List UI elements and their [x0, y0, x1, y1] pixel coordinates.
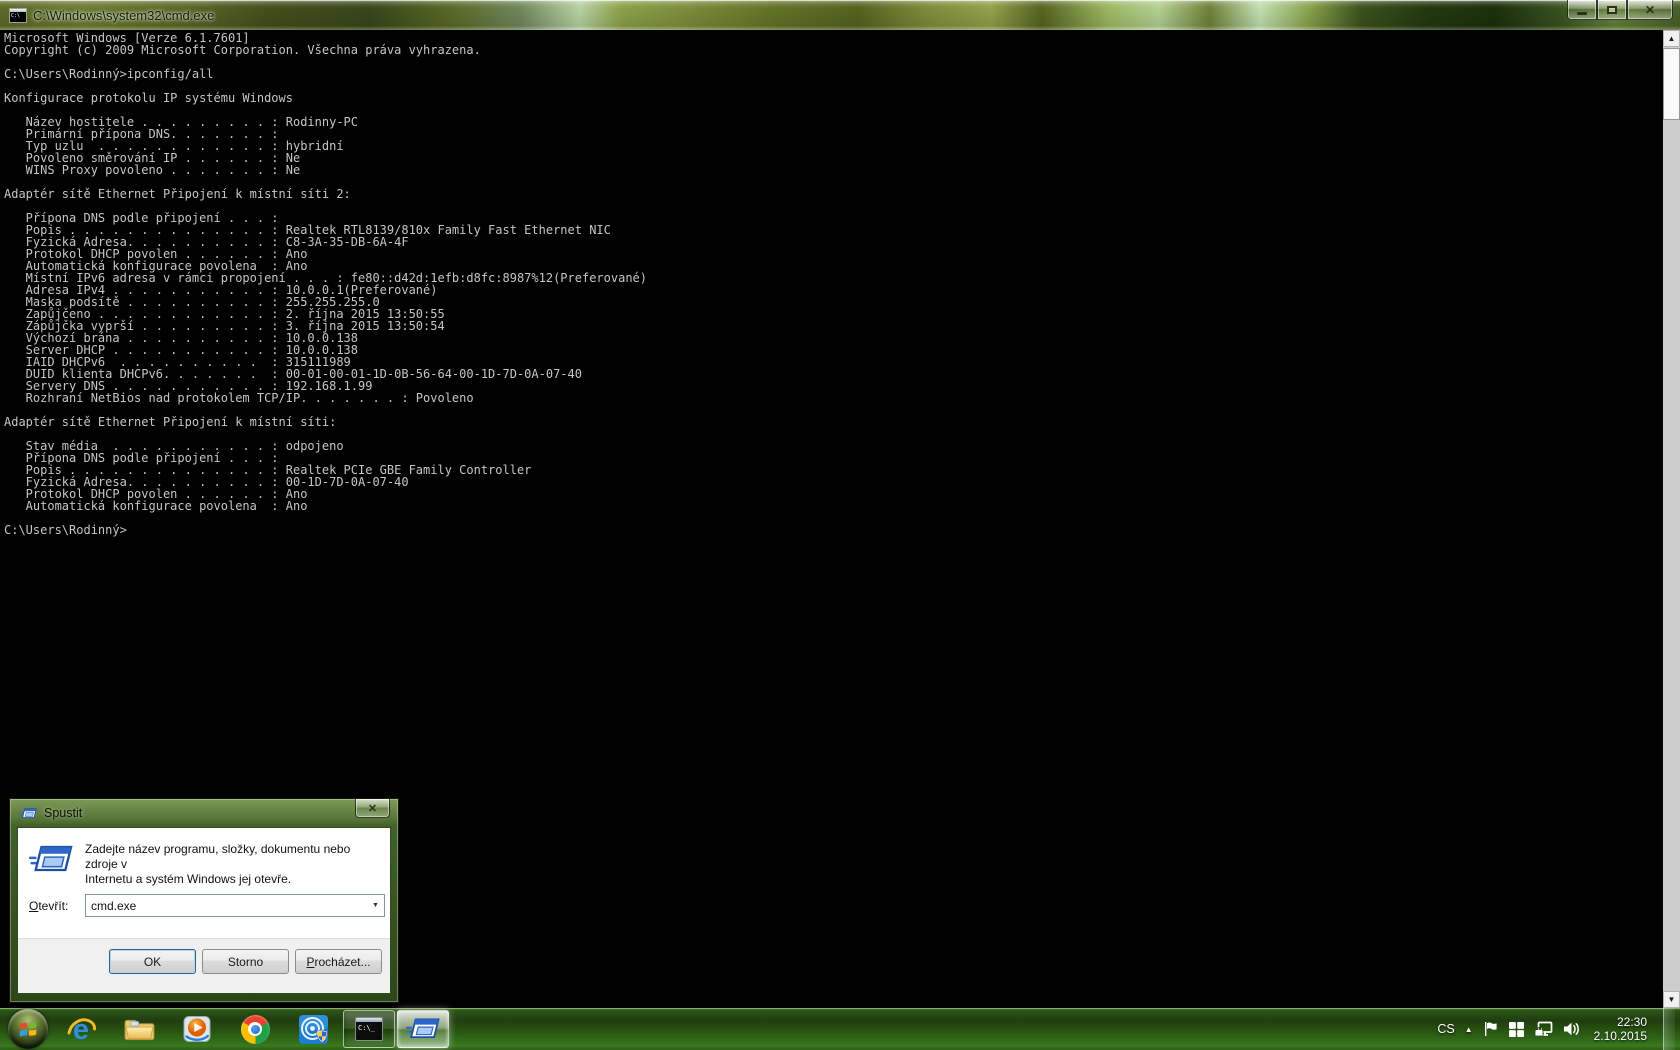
taskbar-item-media-player[interactable]	[168, 1008, 226, 1050]
close-icon: ✕	[1644, 2, 1656, 17]
cancel-button[interactable]: Storno	[202, 949, 289, 974]
run-dialog: Spustit ✕ Zadejte název programu, složky…	[9, 798, 399, 1003]
close-icon: ✕	[367, 802, 378, 815]
minimize-icon	[1577, 11, 1587, 15]
scroll-up-icon: ▲	[1667, 34, 1676, 43]
run-dialog-body: Zadejte název programu, složky, dokument…	[17, 827, 391, 994]
taskbar-item-utility-app[interactable]	[284, 1008, 342, 1050]
clock-time: 22:30	[1616, 1015, 1647, 1029]
network-icon[interactable]	[1534, 1021, 1553, 1037]
run-icon	[406, 1017, 440, 1041]
minimize-button[interactable]	[1567, 0, 1597, 20]
chrome-icon	[240, 1014, 270, 1044]
scrollbar-down-button[interactable]: ▼	[1663, 991, 1680, 1008]
browse-button[interactable]: Procházet...	[295, 949, 382, 974]
show-hidden-icons-button[interactable]: ▲	[1465, 1025, 1473, 1034]
taskbar-item-chrome[interactable]	[226, 1008, 284, 1050]
start-button[interactable]	[8, 1009, 48, 1049]
taskbar-item-run-dialog-active[interactable]	[397, 1010, 449, 1048]
taskbar-item-cmd-active[interactable]: C:\_	[343, 1010, 395, 1048]
open-combobox[interactable]: cmd.exe ▼	[85, 894, 385, 917]
volume-icon[interactable]	[1563, 1021, 1580, 1037]
windows-update-icon[interactable]	[1508, 1021, 1524, 1037]
system-tray: CS ▲ 22:30 2.10.2015	[1437, 1008, 1680, 1050]
open-combobox-value: cmd.exe	[91, 898, 137, 913]
tray-clock[interactable]: 22:30 2.10.2015	[1594, 1015, 1647, 1043]
cmd-window-icon-glyph: C:\	[11, 13, 21, 19]
cmd-icon: C:\_	[355, 1017, 383, 1041]
scroll-down-icon: ▼	[1667, 995, 1676, 1004]
scrollbar-up-button[interactable]: ▲	[1663, 30, 1680, 47]
media-player-icon	[183, 1016, 211, 1042]
run-dialog-message: Zadejte název programu, složky, dokument…	[85, 842, 351, 886]
close-button[interactable]: ✕	[1627, 0, 1673, 20]
internet-explorer-icon: e	[67, 1014, 96, 1045]
desktop-screen: C:\ C:\Windows\system32\cmd.exe ✕ Micros…	[0, 0, 1680, 1050]
maximize-icon	[1607, 5, 1617, 14]
windows-logo-icon	[19, 1022, 37, 1037]
console-scrollbar[interactable]: ▲ ▼	[1663, 30, 1680, 1008]
chevron-down-icon[interactable]: ▼	[367, 902, 384, 909]
console-text: Microsoft Windows [Verze 6.1.7601] Copyr…	[4, 31, 647, 537]
folder-icon	[124, 1019, 154, 1040]
run-dialog-footer: OK Storno Procházet...	[18, 938, 390, 993]
run-dialog-titlebar[interactable]: Spustit ✕	[10, 799, 398, 827]
taskbar-item-windows-explorer[interactable]	[110, 1008, 168, 1050]
window-controls: ✕	[1567, 0, 1673, 20]
taskbar: e C:\_ CS ▲ 22:30 2.10.2015	[0, 1008, 1680, 1050]
cmd-titlebar[interactable]: C:\ C:\Windows\system32\cmd.exe ✕	[0, 0, 1680, 30]
scrollbar-thumb[interactable]	[1663, 48, 1680, 120]
open-label: Otevřít:	[29, 899, 69, 913]
ok-button[interactable]: OK	[109, 949, 196, 974]
run-dialog-close-button[interactable]: ✕	[355, 799, 390, 818]
taskbar-item-internet-explorer[interactable]: e	[52, 1008, 110, 1050]
window-title: C:\Windows\system32\cmd.exe	[33, 8, 215, 23]
show-desktop-button[interactable]	[1663, 1008, 1675, 1050]
language-indicator[interactable]: CS	[1437, 1022, 1454, 1036]
run-icon	[29, 844, 73, 880]
blue-utility-with-shield-icon	[298, 1014, 328, 1044]
action-center-flag-icon[interactable]	[1483, 1021, 1499, 1037]
cmd-window-icon: C:\	[9, 8, 27, 23]
run-dialog-title: Spustit	[44, 806, 83, 820]
maximize-button[interactable]	[1597, 0, 1627, 20]
cmd-icon-glyph: C:\_	[358, 1024, 375, 1032]
clock-date: 2.10.2015	[1593, 1029, 1647, 1043]
run-dialog-title-icon	[20, 807, 37, 820]
